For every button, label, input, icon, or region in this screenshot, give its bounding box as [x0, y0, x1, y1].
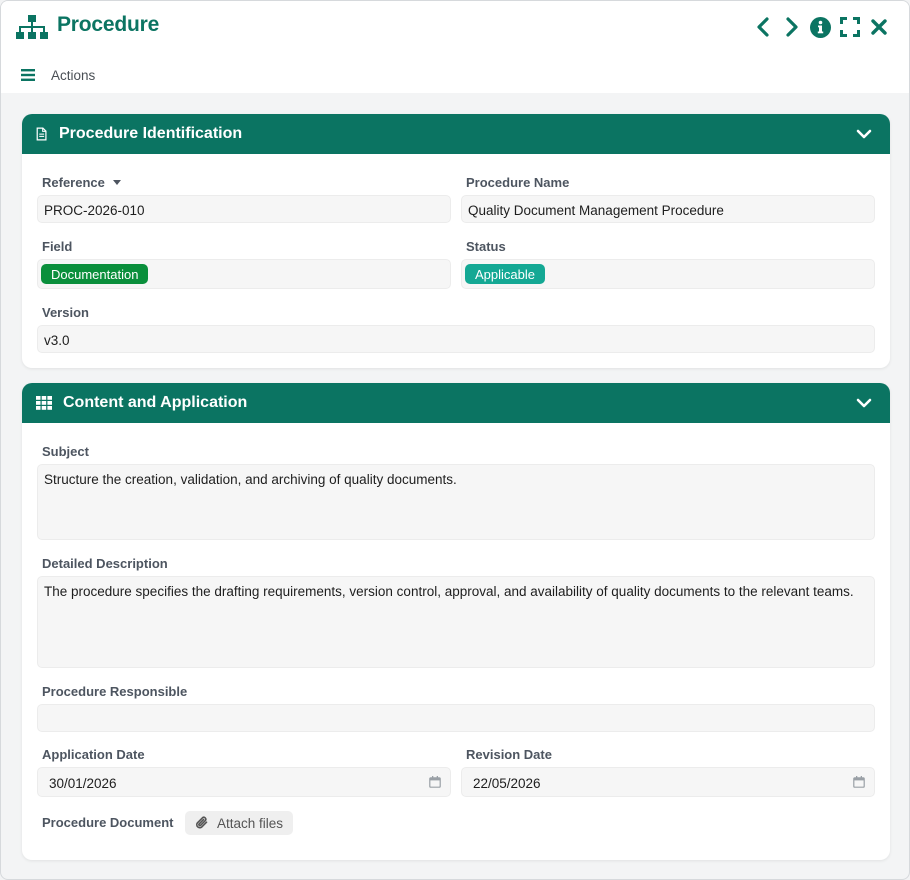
application-date-input[interactable]: 30/01/2026: [37, 767, 451, 797]
version-field[interactable]: v3.0: [37, 325, 875, 353]
identification-header[interactable]: Procedure Identification: [22, 114, 890, 154]
fullscreen-button[interactable]: [835, 14, 864, 40]
procedure-name-label: Procedure Name: [466, 175, 570, 190]
revision-date-label: Revision Date: [466, 747, 552, 762]
status-select[interactable]: Applicable: [461, 259, 875, 289]
content-section: Content and Application Subject Structur…: [22, 383, 890, 860]
info-circle-icon: [810, 16, 831, 38]
caret-down-icon: [112, 180, 121, 185]
identification-section: Procedure Identification Reference PROC-…: [22, 114, 890, 368]
expand-icon: [839, 17, 860, 37]
subject-label: Subject: [42, 444, 89, 459]
section-title: Content and Application: [63, 394, 248, 411]
chevron-right-icon: [785, 17, 798, 37]
subject-textarea[interactable]: Structure the creation, validation, and …: [37, 464, 875, 540]
attach-files-label: Attach files: [217, 815, 284, 831]
field-select[interactable]: Documentation: [37, 259, 451, 289]
chevron-down-icon[interactable]: [856, 127, 872, 141]
attach-files-button[interactable]: Attach files: [185, 811, 293, 835]
content-header[interactable]: Content and Application: [22, 383, 890, 423]
revision-date-input[interactable]: 22/05/2026: [461, 767, 875, 797]
next-button[interactable]: [777, 14, 806, 40]
info-button[interactable]: [806, 14, 835, 40]
paperclip-icon: [196, 816, 208, 829]
reference-label[interactable]: Reference: [42, 175, 121, 190]
version-label: Version: [42, 305, 89, 320]
calendar-icon[interactable]: [853, 776, 865, 788]
title-bar: Procedure Actions: [1, 1, 909, 93]
reference-field[interactable]: PROC-2026-010: [37, 195, 451, 223]
field-tag: Documentation: [41, 264, 149, 284]
close-button[interactable]: [864, 14, 893, 40]
field-label: Field: [42, 239, 73, 254]
chevron-down-icon[interactable]: [856, 396, 872, 410]
chevron-left-icon: [756, 17, 769, 37]
actions-label: Actions: [51, 67, 96, 83]
document-label: Procedure Document: [42, 815, 174, 830]
description-textarea[interactable]: The procedure specifies the drafting req…: [37, 576, 875, 668]
window-controls: [748, 14, 893, 40]
calendar-icon[interactable]: [429, 776, 441, 788]
revision-date-value: 22/05/2026: [473, 776, 541, 791]
table-icon: [36, 396, 52, 410]
actions-menu[interactable]: Actions: [21, 65, 95, 85]
status-label: Status: [466, 239, 506, 254]
status-badge: Applicable: [465, 264, 545, 284]
procedure-name-field[interactable]: Quality Document Management Procedure: [461, 195, 875, 223]
section-title: Procedure Identification: [59, 125, 243, 142]
window-title: Procedure: [57, 13, 160, 36]
application-date-value: 30/01/2026: [49, 776, 117, 791]
close-icon: [870, 19, 887, 35]
sitemap-icon: [16, 15, 48, 39]
application-date-label: Application Date: [42, 747, 145, 762]
responsible-label: Procedure Responsible: [42, 684, 188, 699]
previous-button[interactable]: [748, 14, 777, 40]
hamburger-menu-icon: [21, 69, 35, 81]
responsible-field[interactable]: [37, 704, 875, 732]
procedure-window: Procedure Actions Procedure Identificati…: [0, 0, 910, 880]
document-icon: [36, 127, 47, 141]
description-label: Detailed Description: [42, 556, 168, 571]
